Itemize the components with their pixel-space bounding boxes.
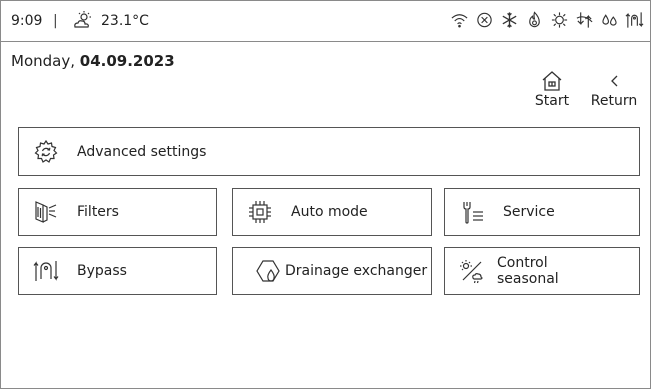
- filters-label: Filters: [77, 204, 119, 220]
- chip-icon: [249, 201, 271, 223]
- auto-mode-button[interactable]: Auto mode: [232, 188, 432, 236]
- advanced-settings-label: Advanced settings: [77, 143, 207, 160]
- auto-mode-label: Auto mode: [291, 204, 368, 220]
- date-value: 04.09.2023: [79, 52, 175, 70]
- advanced-settings-button[interactable]: Advanced settings: [18, 127, 640, 176]
- start-label: Start: [534, 93, 570, 109]
- current-date: Monday, 04.09.2023: [11, 52, 175, 70]
- control-seasonal-label: Control seasonal: [497, 255, 559, 287]
- filter-icon: [35, 201, 57, 223]
- drainage-exchanger-button[interactable]: Drainage exchanger: [232, 247, 432, 295]
- wrench-list-icon: [463, 202, 483, 224]
- status-icons: [450, 10, 644, 30]
- start-button[interactable]: Start: [532, 69, 572, 109]
- drops-icon: [602, 14, 617, 26]
- error-circle-icon: [477, 12, 492, 28]
- wifi-icon: [451, 14, 468, 28]
- return-button[interactable]: Return: [589, 69, 639, 109]
- clock: 9:09: [11, 13, 43, 29]
- seasonal-icon: [460, 260, 483, 284]
- drainage-exchanger-label: Drainage exchanger: [285, 263, 428, 279]
- gear-sun-icon: [551, 12, 568, 28]
- bypass-icon: [33, 261, 59, 281]
- service-button[interactable]: Service: [444, 188, 640, 236]
- status-separator: |: [53, 13, 58, 29]
- gear-refresh-icon: [34, 139, 58, 163]
- filters-button[interactable]: Filters: [18, 188, 217, 236]
- sun-cloud-icon: [74, 11, 91, 28]
- return-label: Return: [590, 93, 638, 109]
- bypass-label: Bypass: [77, 263, 127, 279]
- airflow-icon: [576, 12, 593, 28]
- control-seasonal-button[interactable]: Control seasonal: [444, 247, 640, 295]
- service-label: Service: [503, 204, 555, 220]
- bypass-icon: [625, 12, 644, 28]
- bypass-button[interactable]: Bypass: [18, 247, 217, 295]
- chevron-left-icon: [611, 75, 618, 87]
- flame-icon: [529, 11, 540, 28]
- snowflake-icon: [502, 12, 517, 28]
- drop-hexagon-icon: [256, 260, 280, 282]
- weekday-label: Monday,: [11, 52, 80, 70]
- home-icon: [542, 71, 562, 91]
- temperature-readout: 23.1°C: [101, 13, 149, 29]
- status-bar: 9:09 | 23.1°C: [1, 0, 650, 42]
- screen: 9:09 | 23.1°C Monday, 04.09.2023 Start R…: [0, 0, 651, 389]
